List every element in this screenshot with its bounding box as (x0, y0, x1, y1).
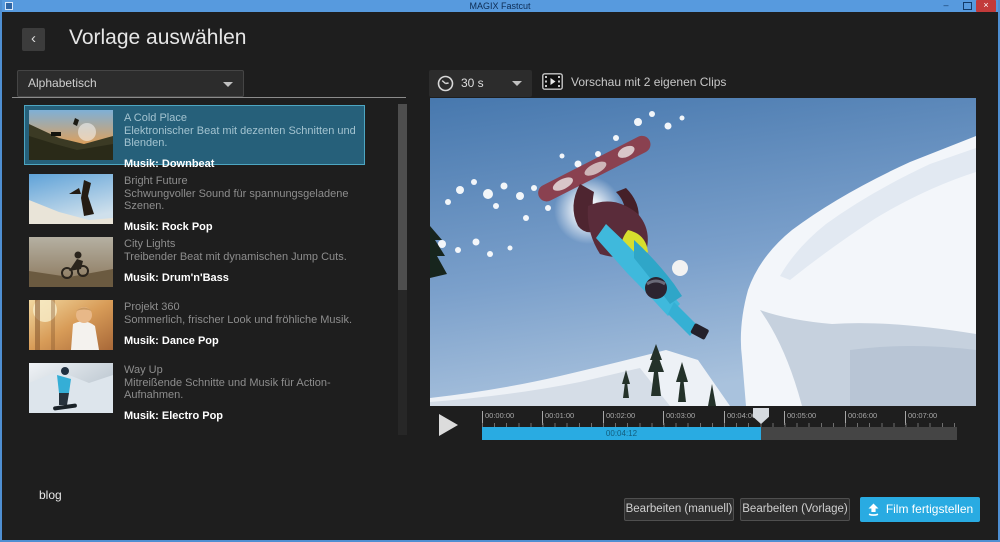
template-title: Bright Future (124, 175, 365, 187)
titlebar: MAGIX Fastcut – × (2, 0, 998, 12)
preview-label: Vorschau mit 2 eigenen Clips (571, 75, 726, 89)
timeline-tick: 00:04:00 (724, 411, 756, 425)
template-list-scrollbar[interactable] (398, 104, 407, 435)
template-desc: Schwungvoller Sound für spannungsgeladen… (124, 188, 365, 212)
timeline-tick: 00:05:00 (784, 411, 816, 425)
app-window: MAGIX Fastcut – × ‹ Vorlage auswählen Al… (0, 0, 1000, 542)
film-preview-icon (542, 73, 563, 90)
close-button[interactable]: × (976, 0, 996, 12)
clock-icon (437, 75, 454, 92)
timeline-progress-bar[interactable]: 00:04:12 (482, 427, 957, 440)
template-music: Musik: Drum'n'Bass (124, 272, 347, 284)
template-thumbnail (29, 300, 113, 350)
template-thumbnail (29, 110, 113, 160)
template-music: Musik: Dance Pop (124, 335, 352, 347)
duration-value: 30 s (461, 70, 484, 96)
template-desc: Elektronischer Beat mit dezenten Schnitt… (124, 125, 364, 149)
chevron-down-icon (512, 81, 522, 86)
edit-manual-button[interactable]: Bearbeiten (manuell) (624, 498, 734, 521)
maximize-button[interactable] (963, 2, 972, 10)
template-desc: Sommerlich, frischer Look und fröhliche … (124, 314, 352, 326)
template-desc: Mitreißende Schnitte und Musik für Actio… (124, 377, 365, 401)
edit-template-button[interactable]: Bearbeiten (Vorlage) (740, 498, 850, 521)
template-item-city-lights[interactable]: City Lights Treibender Beat mit dynamisc… (24, 232, 365, 292)
play-button[interactable] (439, 414, 458, 436)
preview-info[interactable]: Vorschau mit 2 eigenen Clips (542, 73, 726, 90)
timeline-tick: 00:03:00 (663, 411, 695, 425)
template-item-bright-future[interactable]: Bright Future Schwungvoller Sound für sp… (24, 169, 365, 229)
template-thumbnail (29, 237, 113, 287)
video-preview[interactable] (430, 98, 976, 406)
template-title: Projekt 360 (124, 301, 352, 313)
back-button[interactable]: ‹ (22, 28, 45, 51)
timeline-tick: 00:00:00 (482, 411, 514, 425)
watermark-text: blog (39, 488, 62, 502)
chevron-down-icon (223, 82, 233, 87)
finish-film-label: Film fertigstellen (886, 497, 973, 522)
template-item-way-up[interactable]: Way Up Mitreißende Schnitte und Musik fü… (24, 358, 365, 418)
sidebar-divider (12, 97, 406, 98)
timeline-tick: 00:06:00 (845, 411, 877, 425)
upload-icon (867, 503, 880, 516)
template-title: A Cold Place (124, 112, 364, 124)
sort-dropdown[interactable]: Alphabetisch (17, 70, 244, 97)
template-music: Musik: Electro Pop (124, 410, 365, 422)
template-item-projekt-360[interactable]: Projekt 360 Sommerlich, frischer Look un… (24, 295, 365, 355)
minimize-button[interactable]: – (938, 0, 954, 12)
timeline-tick: 00:01:00 (542, 411, 574, 425)
template-title: City Lights (124, 238, 347, 250)
timeline-ruler[interactable]: 00:00:00 00:01:00 00:02:00 00:03:00 00:0… (482, 411, 960, 427)
template-thumbnail (29, 363, 113, 413)
scrollbar-thumb[interactable] (398, 104, 407, 290)
timeline-tick: 00:07:00 (905, 411, 937, 425)
window-title: MAGIX Fastcut (2, 0, 998, 12)
template-title: Way Up (124, 364, 365, 376)
template-desc: Treibender Beat mit dynamischen Jump Cut… (124, 251, 347, 263)
duration-dropdown[interactable]: 30 s (429, 70, 532, 97)
template-thumbnail (29, 174, 113, 224)
sort-dropdown-value: Alphabetisch (28, 71, 97, 96)
page-title: Vorlage auswählen (69, 26, 246, 50)
timeline-tick: 00:02:00 (603, 411, 635, 425)
current-time-label: 00:04:12 (482, 427, 761, 440)
finish-film-button[interactable]: Film fertigstellen (860, 497, 980, 522)
snowboarder-video-frame (430, 98, 976, 406)
template-item-a-cold-place[interactable]: A Cold Place Elektronischer Beat mit dez… (24, 105, 365, 165)
